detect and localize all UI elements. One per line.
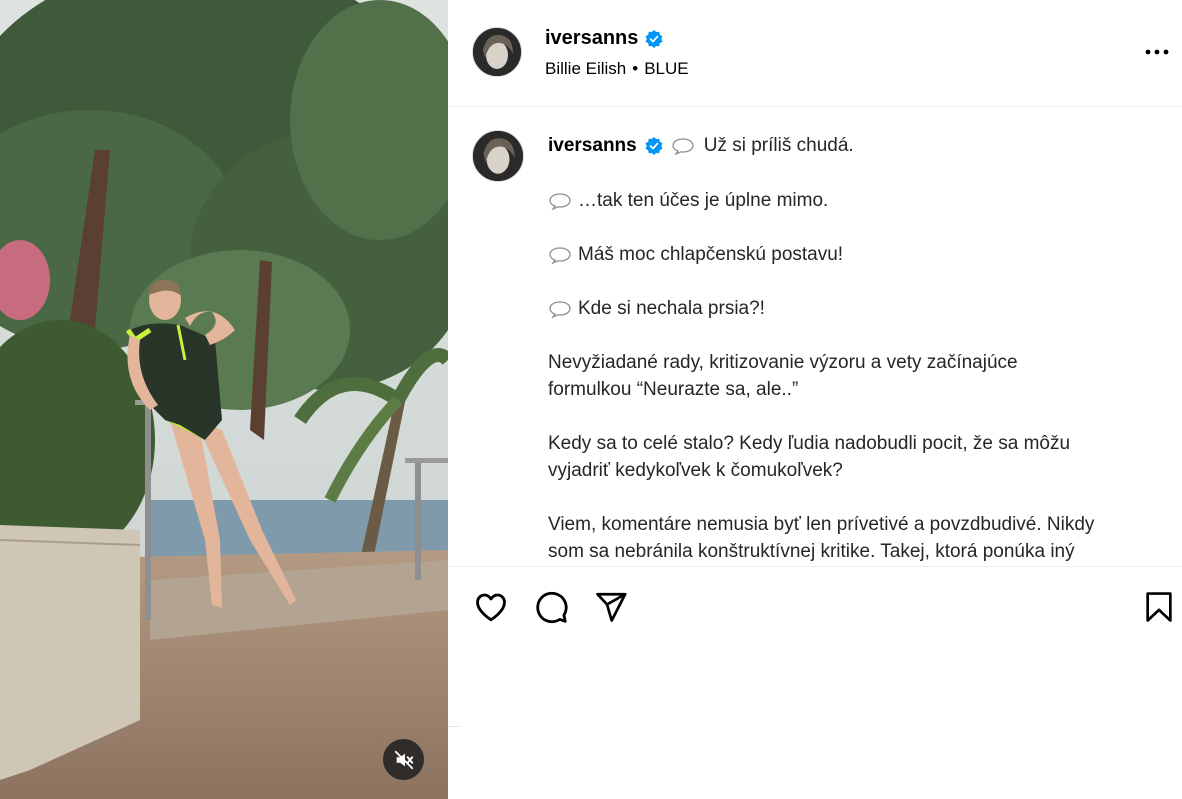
action-bar bbox=[448, 566, 1182, 646]
speech-bubble-icon bbox=[549, 193, 571, 210]
caption-text: Kde si nechala prsia?! bbox=[578, 298, 765, 319]
caption-username[interactable]: iversanns bbox=[548, 132, 637, 159]
send-icon bbox=[596, 592, 627, 622]
caption-line: vyjadriť kedykoľvek k čomukoľvek? bbox=[548, 460, 843, 481]
post-media[interactable] bbox=[0, 0, 448, 799]
speech-bubble-icon bbox=[672, 137, 694, 155]
mute-button[interactable] bbox=[383, 739, 424, 780]
caption-line: …tak ten účes je úplne mimo. bbox=[548, 187, 828, 214]
post-caption: iversanns Už si príliš chudá. …tak ten ú… bbox=[448, 108, 1182, 566]
post-sidebar: iversanns Billie Eilish • BLUE iversanns… bbox=[448, 0, 1182, 799]
bookmark-icon bbox=[1146, 592, 1172, 622]
audio-track: BLUE bbox=[644, 59, 689, 78]
post-author: iversanns bbox=[545, 27, 664, 50]
username-link[interactable]: iversanns bbox=[545, 27, 638, 50]
comment-button[interactable] bbox=[532, 588, 570, 626]
muted-speaker-icon bbox=[394, 750, 413, 769]
share-button[interactable] bbox=[592, 588, 630, 626]
post-photo bbox=[0, 0, 448, 799]
comment-icon bbox=[536, 591, 568, 624]
caption-line: Máš moc chlapčenskú postavu! bbox=[548, 241, 843, 268]
speech-bubble-icon bbox=[549, 247, 571, 264]
caption-avatar[interactable] bbox=[472, 130, 524, 182]
like-button[interactable] bbox=[472, 588, 510, 626]
caption-line: Kde si nechala prsia?! bbox=[548, 295, 765, 322]
caption-text: Máš moc chlapčenskú postavu! bbox=[578, 244, 844, 265]
verified-badge-icon bbox=[645, 136, 663, 155]
caption-line: formulkou “Neurazte sa, ale..” bbox=[548, 379, 799, 400]
more-options-button[interactable] bbox=[1143, 42, 1171, 62]
audio-artist: Billie Eilish bbox=[545, 59, 627, 78]
post-header: iversanns Billie Eilish • BLUE bbox=[448, 0, 1182, 107]
caption-text: …tak ten účes je úplne mimo. bbox=[578, 190, 829, 211]
speech-bubble-icon bbox=[549, 301, 571, 318]
caption-line: iversanns Už si príliš chudá. bbox=[548, 132, 854, 159]
caption-line: Viem, komentáre nemusia byť len prívetiv… bbox=[548, 514, 1095, 535]
audio-attribution[interactable]: Billie Eilish • BLUE bbox=[545, 59, 689, 79]
save-button[interactable] bbox=[1140, 588, 1178, 626]
caption-line: som sa nebránila konštruktívnej kritike.… bbox=[548, 541, 1075, 562]
heart-icon bbox=[476, 593, 506, 622]
audio-separator: • bbox=[632, 59, 639, 78]
caption-text: Už si príliš chudá. bbox=[703, 135, 854, 156]
verified-badge-icon bbox=[645, 29, 663, 48]
divider bbox=[448, 726, 460, 727]
caption-line: Nevyžiadané rady, kritizovanie výzoru a … bbox=[548, 352, 1018, 373]
more-options-icon bbox=[1145, 49, 1169, 55]
avatar[interactable] bbox=[472, 27, 522, 77]
caption-line: Kedy sa to celé stalo? Kedy ľudia nadobu… bbox=[548, 433, 1071, 454]
